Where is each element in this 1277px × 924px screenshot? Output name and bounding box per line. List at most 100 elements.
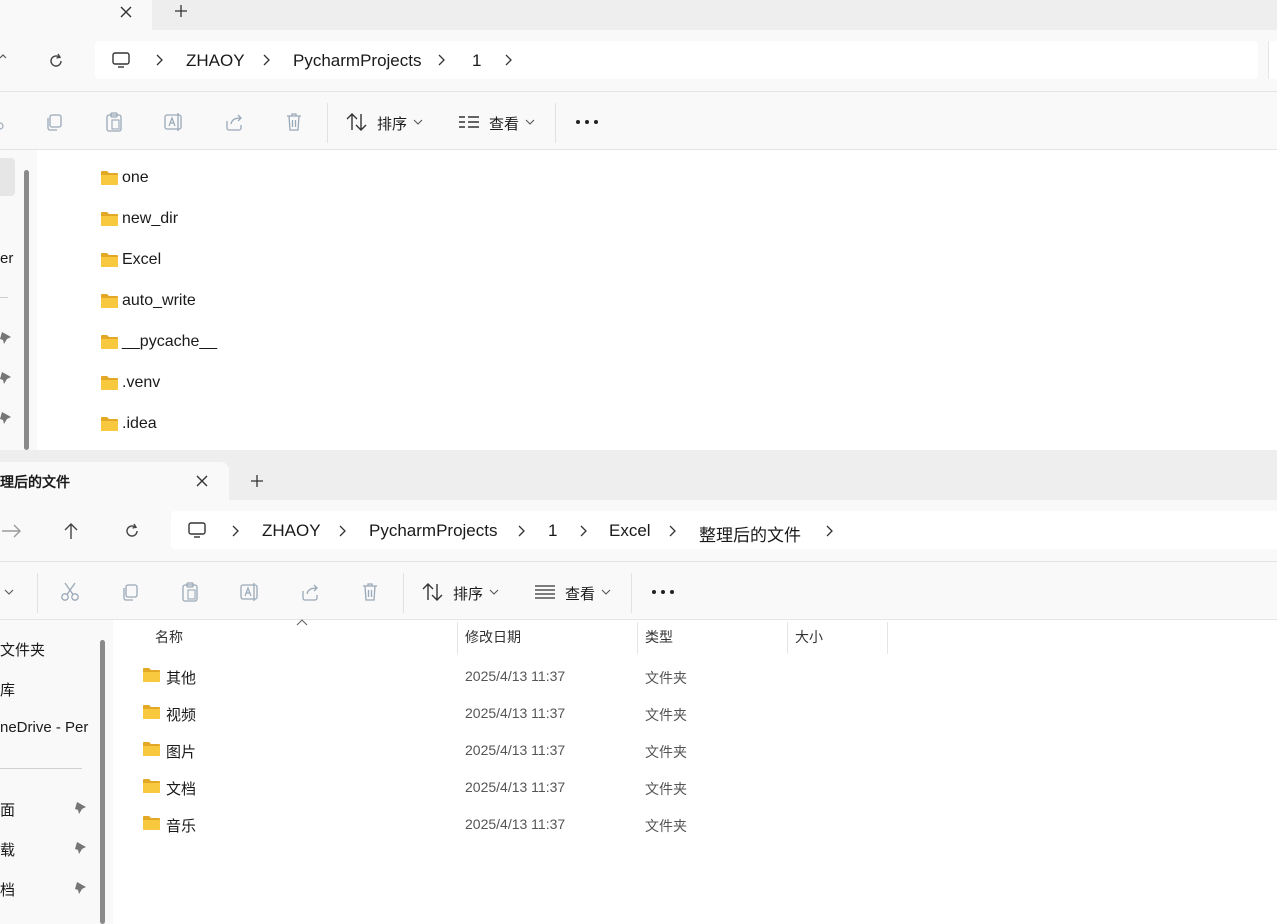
- list-item[interactable]: one: [96, 168, 316, 190]
- rename-icon[interactable]: [163, 111, 185, 133]
- chevron-right-icon[interactable]: [436, 54, 446, 66]
- chevron-down-icon[interactable]: [489, 588, 499, 596]
- list-item[interactable]: __pycache__: [96, 332, 316, 354]
- sidebar-item-downloads[interactable]: 载: [0, 839, 15, 860]
- toolbar-separator: [403, 573, 404, 613]
- chevron-right-icon[interactable]: [824, 525, 834, 537]
- new-tab-icon[interactable]: [249, 473, 265, 489]
- column-header-type[interactable]: 类型: [645, 627, 673, 647]
- pin-icon[interactable]: [0, 331, 12, 345]
- tab-title[interactable]: 理后的文件: [0, 472, 70, 492]
- paste-icon[interactable]: [104, 111, 124, 133]
- column-separator: [787, 622, 788, 654]
- delete-icon[interactable]: [360, 581, 380, 603]
- chevron-down-icon[interactable]: [413, 118, 423, 126]
- sidebar-item-library[interactable]: 库: [0, 679, 15, 700]
- table-row[interactable]: 其他 2025/4/13 11:37 文件夹: [135, 664, 895, 690]
- table-row[interactable]: 视频 2025/4/13 11:37 文件夹: [135, 701, 895, 727]
- paste-icon[interactable]: [180, 581, 200, 603]
- share-icon[interactable]: [299, 581, 321, 603]
- more-options-icon[interactable]: [575, 116, 599, 128]
- column-separator: [637, 622, 638, 654]
- chevron-right-icon[interactable]: [230, 525, 240, 537]
- up-arrow-icon[interactable]: [62, 522, 80, 540]
- more-options-icon[interactable]: [651, 586, 675, 598]
- breadcrumb-zhaoy[interactable]: ZHAOY: [262, 521, 321, 541]
- rename-icon[interactable]: [239, 581, 261, 603]
- share-icon[interactable]: [223, 111, 245, 133]
- chevron-right-icon[interactable]: [578, 525, 588, 537]
- nav-scrollbar[interactable]: [24, 170, 29, 450]
- sidebar-item-documents[interactable]: 档: [0, 879, 15, 900]
- pin-icon[interactable]: [75, 841, 87, 855]
- pin-icon[interactable]: [75, 801, 87, 815]
- view-details-icon[interactable]: [457, 112, 481, 132]
- breadcrumb-1[interactable]: 1: [548, 521, 557, 541]
- sidebar-item-onedrive[interactable]: neDrive - Per: [0, 719, 88, 736]
- view-button[interactable]: 查看: [565, 583, 595, 604]
- new-tab-icon[interactable]: [173, 3, 189, 19]
- chevron-right-icon[interactable]: [503, 54, 513, 66]
- column-header-size[interactable]: 大小: [795, 627, 823, 647]
- sort-button[interactable]: 排序: [453, 583, 483, 604]
- folder-icon: [142, 741, 161, 757]
- chevron-down-icon[interactable]: [601, 588, 611, 596]
- search-box-edge[interactable]: [1268, 41, 1277, 79]
- view-list-icon[interactable]: [533, 582, 557, 602]
- close-tab-icon[interactable]: [194, 473, 210, 489]
- sidebar-item-label[interactable]: er: [0, 250, 13, 267]
- up-arrow-icon[interactable]: [0, 54, 10, 66]
- view-button[interactable]: 查看: [489, 113, 519, 134]
- forward-arrow-icon[interactable]: [0, 522, 22, 540]
- sidebar-item-desktop[interactable]: 面: [0, 799, 15, 820]
- sort-icon[interactable]: [345, 111, 369, 133]
- chevron-right-icon[interactable]: [337, 525, 347, 537]
- breadcrumb-1[interactable]: 1: [472, 51, 481, 71]
- row-modified: 2025/4/13 11:37: [465, 816, 566, 832]
- copy-icon[interactable]: [120, 582, 140, 602]
- pin-icon[interactable]: [75, 881, 87, 895]
- refresh-icon[interactable]: [123, 522, 141, 540]
- list-item[interactable]: auto_write: [96, 291, 316, 313]
- nav-scrollbar[interactable]: [100, 640, 105, 924]
- breadcrumb-zhaoy[interactable]: ZHAOY: [186, 51, 245, 71]
- breadcrumb-pycharmprojects[interactable]: PycharmProjects: [293, 51, 421, 71]
- pin-icon[interactable]: [0, 411, 12, 425]
- bottom-window: 理后的文件 ZHAOY PycharmProjects 1 Excel 整理后的…: [0, 450, 1277, 924]
- table-row[interactable]: 图片 2025/4/13 11:37 文件夹: [135, 738, 895, 764]
- table-row[interactable]: 音乐 2025/4/13 11:37 文件夹: [135, 812, 895, 838]
- row-name: 文档: [166, 781, 197, 798]
- list-item[interactable]: .venv: [96, 373, 316, 395]
- chevron-right-icon[interactable]: [516, 525, 526, 537]
- chevron-right-icon[interactable]: [667, 525, 677, 537]
- nav-selected-item[interactable]: [0, 158, 15, 196]
- sort-icon[interactable]: [421, 581, 445, 603]
- pin-icon[interactable]: [0, 371, 12, 385]
- column-separator: [887, 622, 888, 654]
- folder-icon: [100, 211, 119, 227]
- tab-strip: [0, 0, 1277, 30]
- chevron-down-icon[interactable]: [525, 118, 535, 126]
- folder-icon: [142, 778, 161, 794]
- copy-icon[interactable]: [44, 112, 64, 132]
- breadcrumb-current-folder[interactable]: 整理后的文件: [699, 521, 801, 546]
- sidebar-item-folders[interactable]: 文件夹: [0, 639, 45, 660]
- list-item[interactable]: Excel: [96, 250, 316, 272]
- toolbar-separator: [631, 573, 632, 613]
- list-item[interactable]: new_dir: [96, 209, 316, 231]
- close-tab-icon[interactable]: [118, 4, 134, 20]
- column-header-name[interactable]: 名称: [155, 627, 183, 647]
- chevron-right-icon[interactable]: [261, 54, 271, 66]
- delete-icon[interactable]: [284, 111, 304, 133]
- cut-icon[interactable]: [59, 581, 81, 603]
- chevron-down-icon[interactable]: [4, 588, 14, 596]
- column-header-modified[interactable]: 修改日期: [465, 627, 521, 647]
- breadcrumb-pycharmprojects[interactable]: PycharmProjects: [369, 521, 497, 541]
- sort-button[interactable]: 排序: [377, 113, 407, 134]
- list-item[interactable]: .idea: [96, 414, 316, 436]
- cut-icon[interactable]: [0, 112, 6, 132]
- refresh-icon[interactable]: [47, 52, 65, 70]
- breadcrumb-excel[interactable]: Excel: [609, 521, 651, 541]
- chevron-right-icon[interactable]: [154, 54, 164, 66]
- table-row[interactable]: 文档 2025/4/13 11:37 文件夹: [135, 775, 895, 801]
